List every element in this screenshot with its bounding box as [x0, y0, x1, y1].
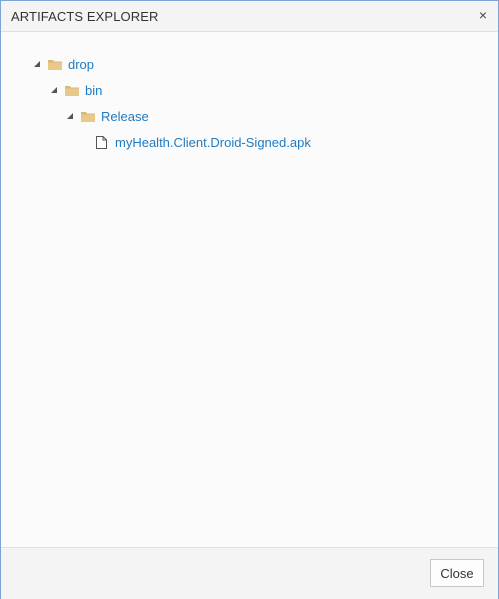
artifacts-explorer-dialog: ARTIFACTS EXPLORER × drop bin Release my… — [0, 0, 499, 599]
tree-item-release[interactable]: Release — [66, 106, 149, 126]
dialog-footer: Close — [1, 547, 498, 599]
folder-icon — [65, 85, 79, 96]
folder-icon — [48, 59, 62, 70]
tree-item-bin[interactable]: bin — [50, 80, 102, 100]
tree-item-label: myHealth.Client.Droid-Signed.apk — [115, 134, 311, 150]
tree-item-label: drop — [68, 56, 95, 72]
expanded-triangle-icon[interactable] — [50, 86, 58, 94]
file-icon — [96, 135, 107, 149]
tree-item-label: bin — [85, 82, 103, 98]
close-button[interactable]: Close — [430, 559, 484, 587]
expanded-triangle-icon[interactable] — [33, 60, 41, 68]
expanded-triangle-icon[interactable] — [66, 112, 74, 120]
tree-item-apk-file[interactable]: myHealth.Client.Droid-Signed.apk — [96, 132, 311, 152]
dialog-title: ARTIFACTS EXPLORER — [11, 9, 159, 24]
tree-item-drop[interactable]: drop — [33, 54, 94, 74]
folder-icon — [81, 111, 95, 122]
tree-item-label: Release — [101, 108, 149, 124]
close-icon[interactable]: × — [476, 7, 490, 23]
dialog-titlebar: ARTIFACTS EXPLORER × — [1, 1, 498, 32]
